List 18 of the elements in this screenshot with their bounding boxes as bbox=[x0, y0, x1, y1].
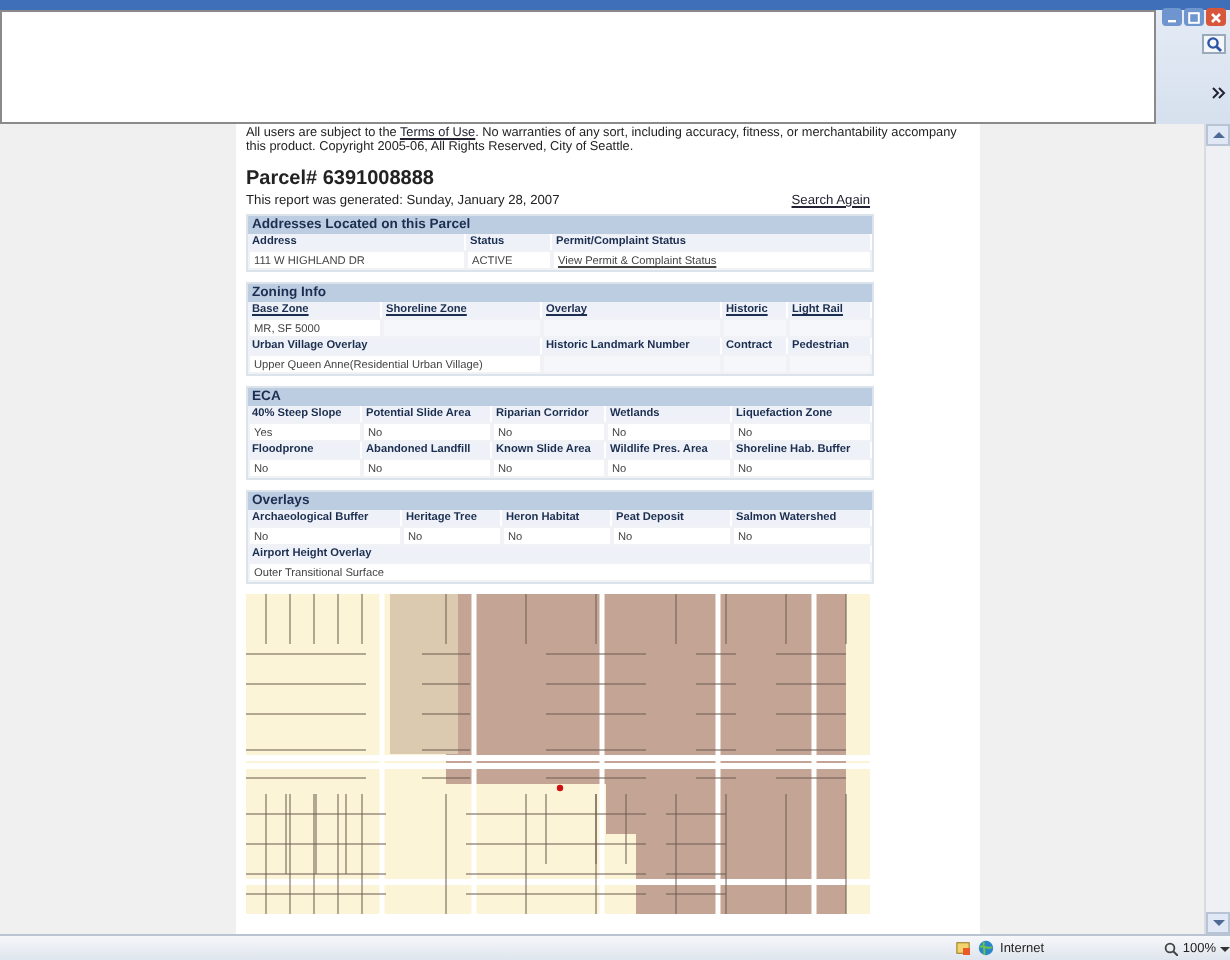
security-icon bbox=[956, 940, 971, 956]
search-button[interactable] bbox=[1202, 34, 1226, 54]
caret-icon bbox=[1220, 943, 1230, 953]
maximize-button[interactable] bbox=[1184, 8, 1204, 26]
up-arrow-icon bbox=[1211, 130, 1225, 140]
parcel-title: Parcel# 6391008888 bbox=[246, 167, 434, 190]
down-arrow-icon bbox=[1211, 918, 1225, 928]
chevron-icon bbox=[1212, 86, 1226, 100]
more-tools-button[interactable] bbox=[1212, 86, 1226, 100]
scroll-down-button[interactable] bbox=[1206, 912, 1230, 934]
globe-icon bbox=[978, 940, 995, 956]
scroll-up-button[interactable] bbox=[1206, 124, 1230, 146]
minimize-button[interactable] bbox=[1162, 8, 1182, 26]
close-icon bbox=[1210, 11, 1222, 23]
close-button[interactable] bbox=[1206, 8, 1226, 26]
magnifier-icon bbox=[1164, 941, 1179, 955]
maximize-icon bbox=[1188, 11, 1200, 23]
search-icon bbox=[1206, 36, 1222, 52]
